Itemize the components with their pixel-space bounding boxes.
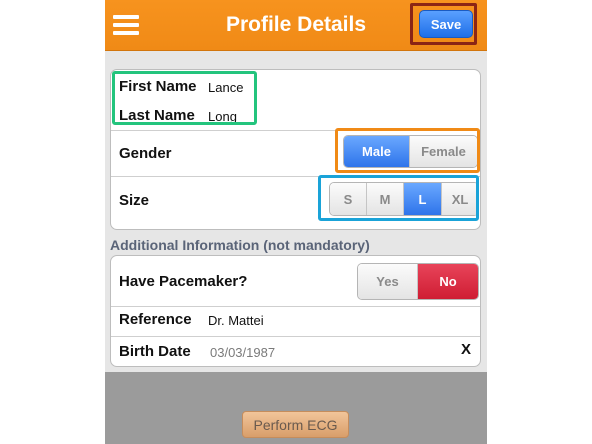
clear-birth-date-button[interactable]: X bbox=[461, 341, 471, 358]
additional-info-card: Have Pacemaker? Yes No Reference Dr. Mat… bbox=[110, 255, 481, 367]
app-header: Profile Details Save bbox=[105, 0, 487, 51]
perform-ecg-button[interactable]: Perform ECG bbox=[242, 411, 349, 438]
phone-screen: Profile Details Save First Name Lance La… bbox=[105, 0, 487, 444]
size-label: Size bbox=[119, 192, 150, 209]
footer-bar: Perform ECG bbox=[105, 372, 487, 444]
size-selector-highlight bbox=[318, 175, 479, 221]
reference-field[interactable]: Dr. Mattei bbox=[208, 313, 264, 328]
birth-date-field[interactable]: 03/03/1987 bbox=[210, 345, 275, 360]
divider bbox=[111, 306, 480, 307]
gender-label: Gender bbox=[119, 145, 172, 162]
reference-label: Reference bbox=[119, 311, 192, 328]
divider bbox=[111, 336, 480, 337]
pacemaker-option-no[interactable]: No bbox=[418, 264, 478, 299]
save-button[interactable]: Save bbox=[419, 10, 473, 38]
name-fields-highlight bbox=[112, 71, 257, 125]
birth-date-label: Birth Date bbox=[119, 343, 191, 360]
pacemaker-option-yes[interactable]: Yes bbox=[358, 264, 419, 299]
gender-toggle-highlight bbox=[335, 128, 480, 173]
additional-info-heading: Additional Information (not mandatory) bbox=[110, 237, 370, 253]
pacemaker-label: Have Pacemaker? bbox=[119, 273, 248, 290]
pacemaker-toggle: Yes No bbox=[357, 263, 479, 300]
